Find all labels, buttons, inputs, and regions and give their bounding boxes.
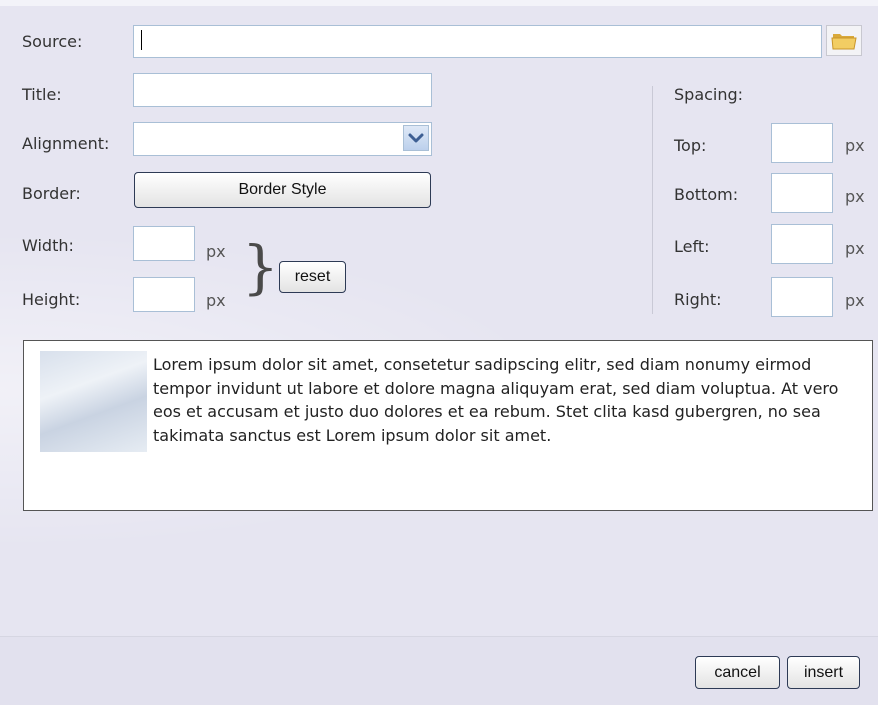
- folder-icon: [831, 34, 857, 50]
- height-label: Height:: [22, 290, 81, 309]
- cancel-button[interactable]: cancel: [695, 656, 780, 689]
- spacing-left-unit: px: [845, 239, 865, 258]
- height-unit: px: [206, 291, 226, 310]
- alignment-select[interactable]: [133, 122, 432, 156]
- spacing-heading: Spacing:: [674, 85, 744, 104]
- top-strip: [0, 0, 878, 6]
- preview-image: [40, 351, 147, 452]
- preview-text: Lorem ipsum dolor sit amet, consetetur s…: [153, 355, 839, 445]
- text-caret: [141, 30, 142, 50]
- column-divider: [652, 86, 653, 314]
- height-input[interactable]: [133, 277, 195, 312]
- source-label: Source:: [22, 32, 83, 51]
- border-style-button[interactable]: Border Style: [134, 172, 431, 208]
- dialog-footer: cancel insert: [0, 637, 878, 705]
- spacing-top-label: Top:: [674, 136, 707, 155]
- title-label: Title:: [22, 85, 62, 104]
- reset-button[interactable]: reset: [279, 261, 346, 293]
- title-input[interactable]: [133, 73, 432, 107]
- spacing-right-label: Right:: [674, 290, 722, 309]
- image-dialog: Source: Title: Alignment: Border: Border…: [0, 0, 878, 705]
- brace-icon: }: [242, 233, 279, 301]
- spacing-top-input[interactable]: [771, 123, 833, 163]
- spacing-bottom-label: Bottom:: [674, 185, 739, 204]
- insert-button[interactable]: insert: [787, 656, 860, 689]
- spacing-bottom-input[interactable]: [771, 173, 833, 213]
- alignment-dropdown-button[interactable]: [403, 125, 429, 151]
- spacing-right-unit: px: [845, 291, 865, 310]
- spacing-bottom-unit: px: [845, 187, 865, 206]
- chevron-down-icon: [408, 133, 424, 143]
- width-unit: px: [206, 242, 226, 261]
- spacing-right-input[interactable]: [771, 277, 833, 317]
- browse-button[interactable]: [826, 25, 862, 56]
- spacing-top-unit: px: [845, 136, 865, 155]
- preview-panel: Lorem ipsum dolor sit amet, consetetur s…: [23, 340, 873, 511]
- source-input[interactable]: [133, 25, 822, 58]
- border-label: Border:: [22, 184, 81, 203]
- width-label: Width:: [22, 236, 74, 255]
- spacing-left-label: Left:: [674, 237, 710, 256]
- spacing-left-input[interactable]: [771, 224, 833, 264]
- alignment-label: Alignment:: [22, 134, 110, 153]
- width-input[interactable]: [133, 226, 195, 261]
